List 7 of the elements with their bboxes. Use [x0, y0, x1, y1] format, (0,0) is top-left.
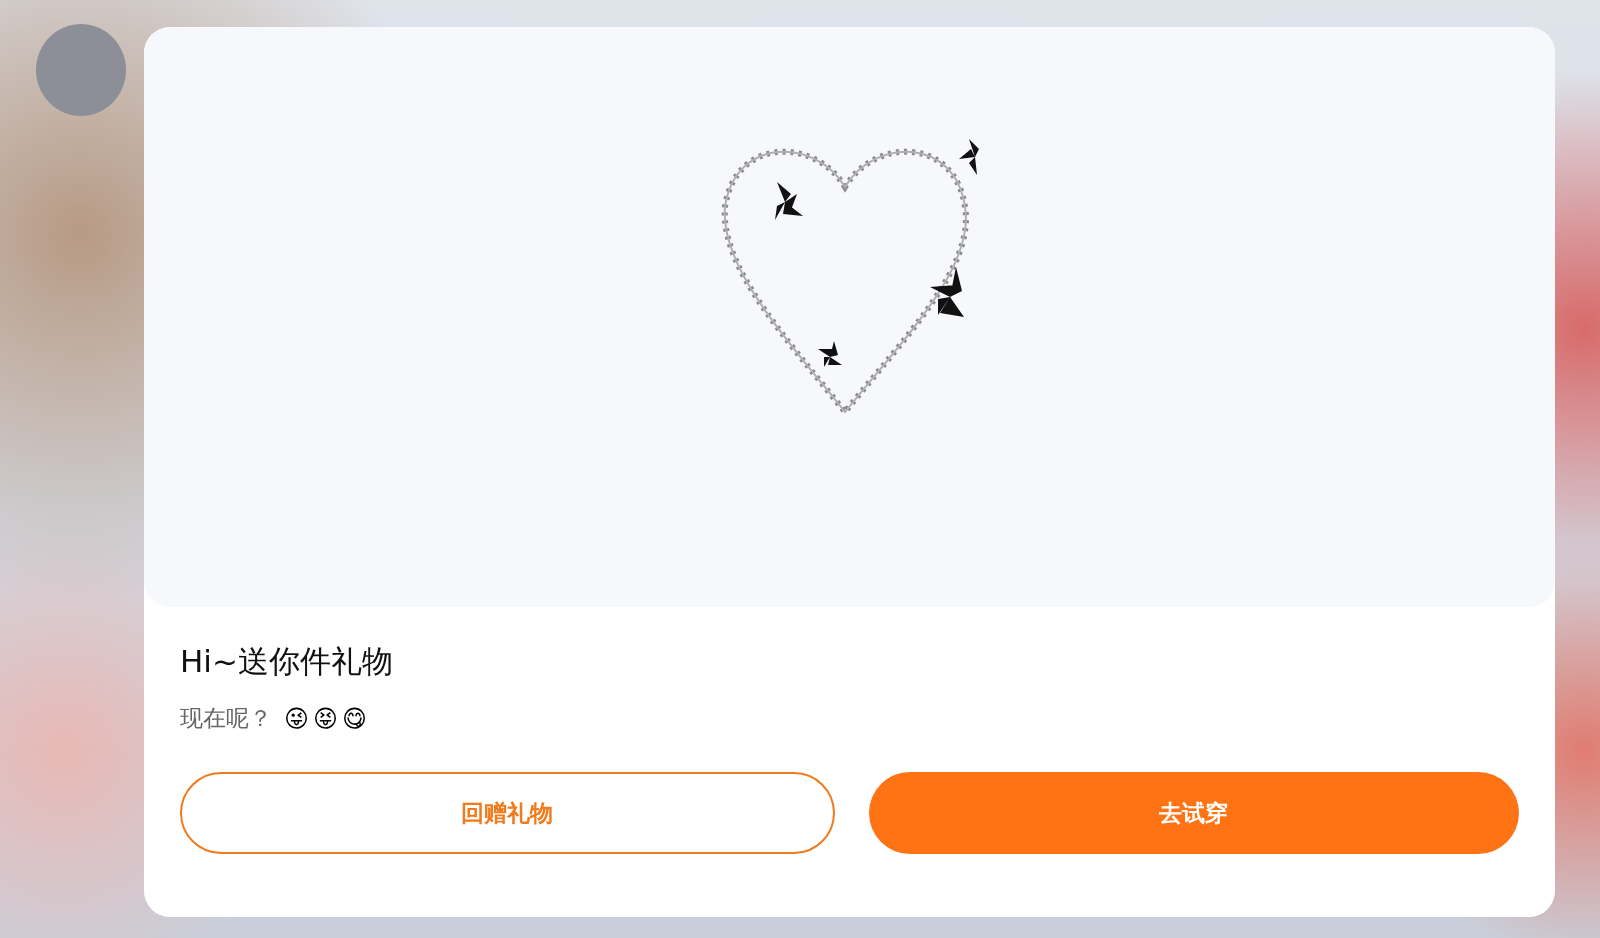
- action-button[interactable]: 回赠礼物: [180, 772, 835, 854]
- emoji: 😜: [284, 704, 310, 733]
- emoji: 😝: [313, 704, 339, 733]
- action-button[interactable]: 去试穿: [868, 772, 1519, 854]
- gift-message: 现在呢？: [180, 704, 272, 733]
- emoji: 😋: [342, 704, 368, 733]
- gift-title: Hi~送你件礼物: [180, 642, 394, 681]
